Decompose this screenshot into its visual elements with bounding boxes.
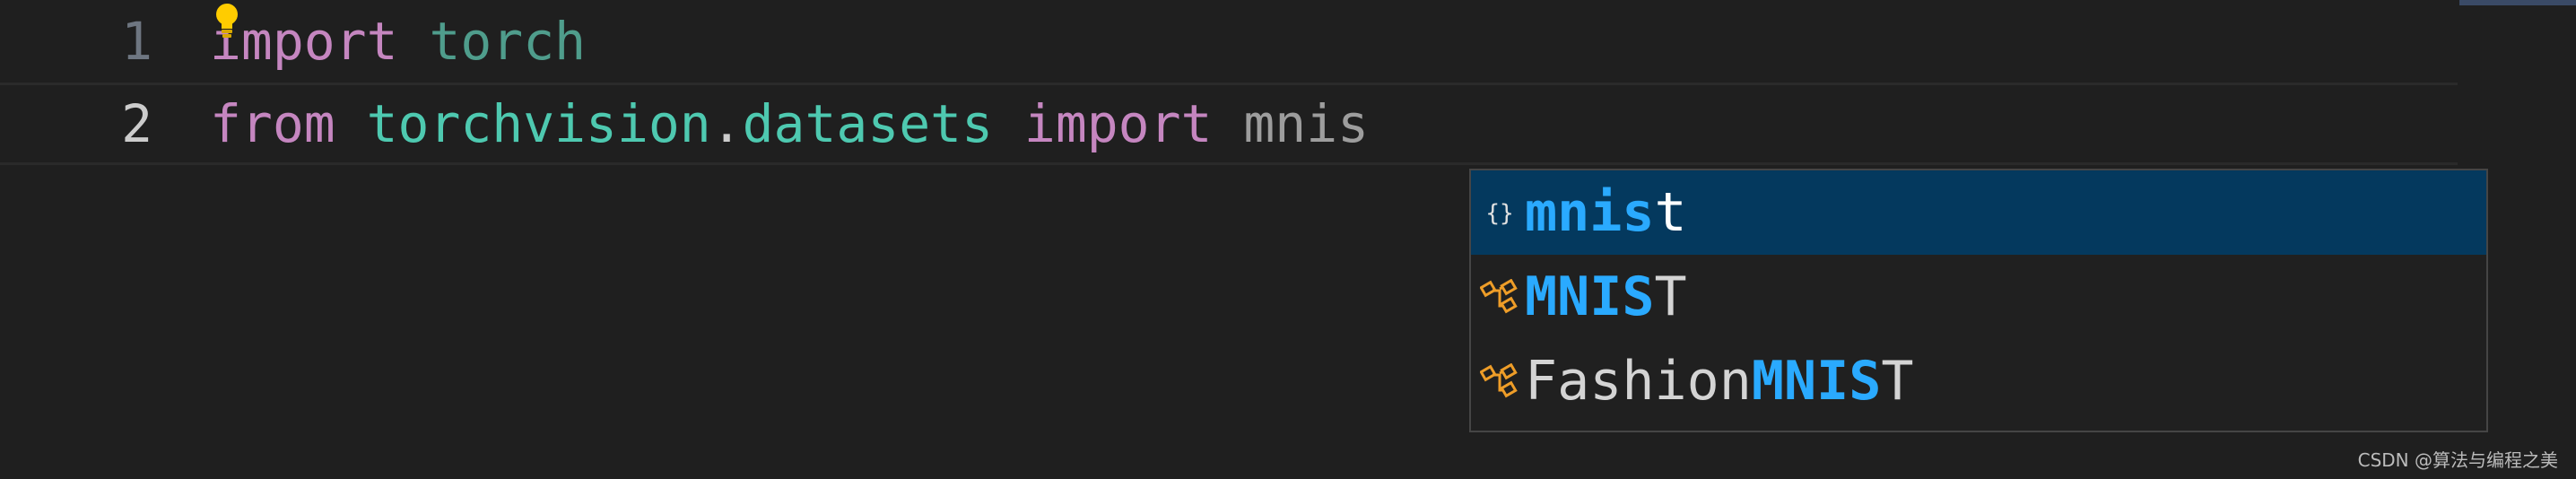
label-match: MNIS [1751, 350, 1882, 413]
keyword-import: import [1023, 93, 1213, 154]
suggestion-item-FashionMNIST-class[interactable]: FashionMNIST [1471, 339, 2486, 423]
watermark: CSDN @算法与编程之美 [2357, 449, 2558, 471]
lightbulb-icon[interactable] [213, 2, 240, 41]
suggestion-item-MNIST-class[interactable]: MNIST [1471, 255, 2486, 339]
suggestion-label: FashionMNIST [1525, 339, 1914, 423]
autocomplete-suggestions[interactable]: {} mnist MNIST FashionMNIST [1469, 169, 2488, 432]
suggestion-item-mnist-module[interactable]: {} mnist [1471, 170, 2486, 255]
module-name: torch [429, 11, 587, 72]
svg-text:{}: {} [1485, 200, 1513, 227]
label-rest: t [1654, 181, 1687, 244]
code-line-1[interactable]: 1 import torch [0, 0, 2458, 83]
suggestion-label: MNIST [1525, 255, 1687, 339]
dot: . [710, 93, 743, 154]
keyword-from: from [210, 93, 335, 154]
suggestion-label: mnist [1525, 170, 1687, 255]
label-rest: T [1654, 266, 1687, 328]
code-line-2[interactable]: 2 from torchvision.datasets import mnis [0, 83, 2458, 165]
line-number: 2 [121, 93, 152, 154]
line-number: 1 [121, 11, 152, 72]
minimap[interactable] [2459, 0, 2576, 5]
typed-identifier: mnis [1243, 93, 1370, 154]
module-datasets: datasets [742, 93, 993, 154]
label-prefix: Fashion [1525, 350, 1752, 413]
class-icon [1478, 275, 1521, 318]
label-match: mnis [1525, 181, 1655, 244]
label-rest: T [1881, 350, 1914, 413]
class-icon [1478, 360, 1521, 403]
label-match: MNIS [1525, 266, 1655, 328]
code-editor[interactable]: 1 import torch 2 from torchvision.datase… [0, 0, 2576, 479]
module-icon: {} [1478, 191, 1521, 234]
module-torchvision: torchvision [366, 93, 711, 154]
code-text[interactable]: import torch [210, 0, 586, 83]
code-text[interactable]: from torchvision.datasets import mnis [210, 83, 1369, 165]
